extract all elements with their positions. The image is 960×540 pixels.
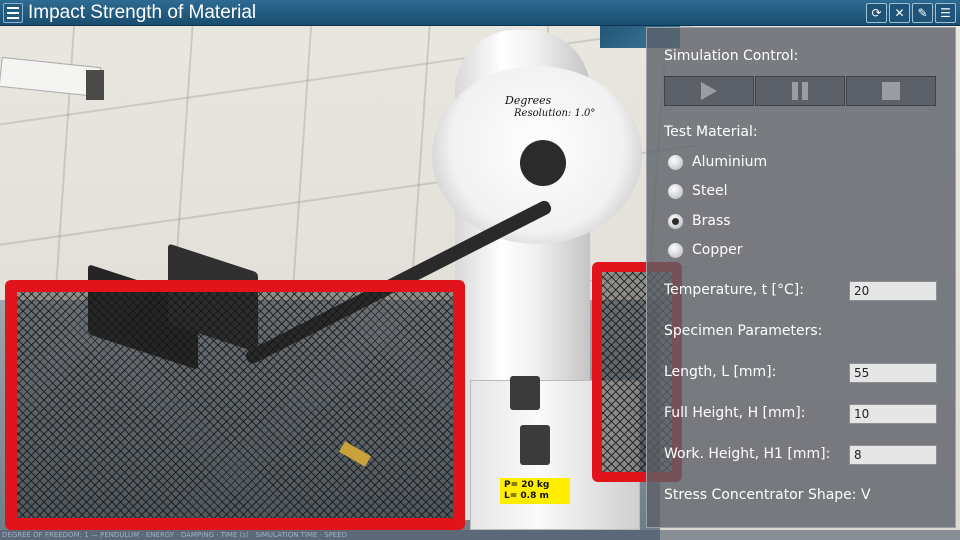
dial-resolution: Resolution: 1.0° (514, 108, 596, 119)
plate-length: L= 0.8 m (504, 491, 549, 501)
material-label: Aluminium (692, 154, 768, 170)
material-option-aluminium[interactable]: Aluminium (667, 151, 767, 173)
list-button[interactable]: ☰ (935, 3, 956, 23)
app-title: Impact Strength of Material (28, 2, 257, 23)
simulation-control-label: Simulation Control: (664, 48, 799, 64)
temperature-input[interactable]: 20 (849, 281, 937, 301)
wall-shelf-end (86, 70, 104, 100)
test-material-label: Test Material: (664, 124, 758, 140)
play-button[interactable] (664, 76, 754, 106)
pendulum-plate: P= 20 kg L= 0.8 m (500, 478, 570, 504)
stress-shape-label: Stress Concentrator Shape: V (664, 487, 871, 503)
plate-load: P= 20 kg (504, 480, 550, 490)
material-option-copper[interactable]: Copper (667, 239, 742, 261)
material-option-brass[interactable]: Brass (667, 210, 731, 232)
full-height-label: Full Height, H [mm]: (664, 405, 806, 421)
list-icon: ☰ (940, 6, 951, 20)
work-height-label: Work. Height, H1 [mm]: (664, 446, 831, 462)
pause-button[interactable] (755, 76, 845, 106)
full-height-input[interactable]: 10 (849, 404, 937, 424)
dial-title: Degrees (505, 94, 552, 107)
material-option-steel[interactable]: Steel (667, 180, 728, 202)
menu-button[interactable] (3, 3, 23, 23)
note-icon: ✎ (917, 6, 928, 20)
anvil-support-lower (520, 425, 550, 465)
temperature-label: Temperature, t [°C]: (664, 282, 804, 298)
menu-icon-line (7, 12, 19, 14)
mute-icon: ✕ (894, 6, 905, 20)
material-label: Copper (692, 242, 743, 258)
safety-cage-left (5, 280, 465, 530)
play-icon (701, 82, 717, 100)
pendulum-hub (520, 140, 566, 186)
title-bar: Impact Strength of Material ⟳ ✕ ✎ ☰ (0, 0, 960, 26)
radio-brass[interactable] (667, 212, 684, 230)
length-label: Length, L [mm]: (664, 364, 777, 380)
control-panel: Simulation Control: Test Material: Alumi… (646, 27, 956, 528)
refresh-button[interactable]: ⟳ (866, 3, 887, 23)
menu-icon (7, 7, 19, 9)
radio-steel[interactable] (667, 182, 684, 200)
material-label: Steel (692, 183, 728, 199)
note-button[interactable]: ✎ (912, 3, 933, 23)
menu-icon-line (7, 17, 19, 19)
mute-button[interactable]: ✕ (889, 3, 910, 23)
anvil-support-upper (510, 376, 540, 410)
work-height-input[interactable]: 8 (849, 445, 937, 465)
pause-icon (792, 82, 808, 100)
stop-button[interactable] (846, 76, 936, 106)
material-label: Brass (692, 213, 731, 229)
refresh-icon: ⟳ (871, 6, 882, 20)
length-input[interactable]: 55 (849, 363, 937, 383)
radio-copper[interactable] (667, 241, 684, 259)
specimen-params-label: Specimen Parameters: (664, 323, 823, 339)
stop-icon (882, 82, 900, 100)
radio-aluminium[interactable] (667, 153, 684, 171)
status-bar: DEGREE OF FREEDOM: 1 — PENDULUM · ENERGY… (0, 530, 960, 540)
